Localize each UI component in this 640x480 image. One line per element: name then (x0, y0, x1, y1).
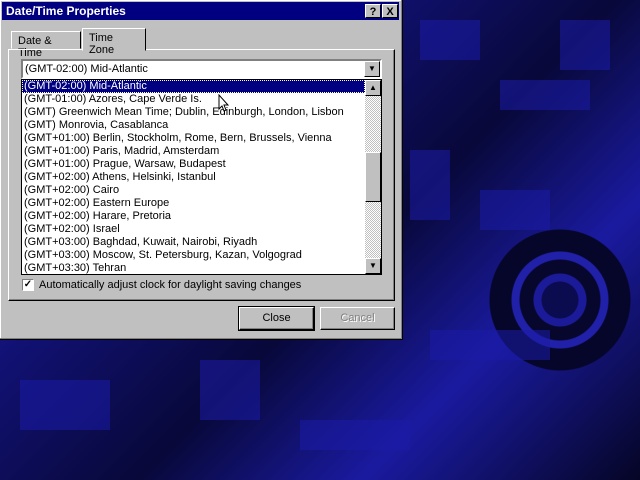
timezone-option[interactable]: (GMT+01:00) Paris, Madrid, Amsterdam (22, 145, 365, 158)
triangle-up-icon: ▲ (369, 83, 377, 92)
timezone-combobox[interactable]: (GMT-02:00) Mid-Atlantic ▼ (21, 59, 382, 79)
timezone-option[interactable]: (GMT+02:00) Israel (22, 223, 365, 236)
timezone-option[interactable]: (GMT+03:30) Tehran (22, 262, 365, 274)
timezone-option[interactable]: (GMT) Greenwich Mean Time; Dublin, Edinb… (22, 106, 365, 119)
daylight-saving-checkbox[interactable]: ✓ (22, 279, 34, 291)
timezone-combobox-value: (GMT-02:00) Mid-Atlantic (25, 63, 148, 75)
close-button[interactable]: Close (238, 306, 315, 331)
close-window-button[interactable]: X (382, 4, 398, 18)
timezone-option[interactable]: (GMT-01:00) Azores, Cape Verde Is. (22, 93, 365, 106)
timezone-option[interactable]: (GMT+03:00) Moscow, St. Petersburg, Kaza… (22, 249, 365, 262)
scroll-thumb[interactable] (365, 152, 381, 202)
tab-time-zone[interactable]: Time Zone (82, 28, 146, 56)
help-button[interactable]: ? (365, 4, 381, 18)
timezone-options: (GMT-02:00) Mid-Atlantic (GMT-01:00) Azo… (22, 80, 365, 274)
timezone-option[interactable]: (GMT) Monrovia, Casablanca (22, 119, 365, 132)
timezone-option[interactable]: (GMT+01:00) Prague, Warsaw, Budapest (22, 158, 365, 171)
triangle-down-icon: ▼ (368, 64, 376, 73)
triangle-down-icon: ▼ (369, 261, 377, 270)
tab-date-and-time[interactable]: Date & Time (11, 31, 81, 59)
timezone-option[interactable]: (GMT+01:00) Berlin, Stockholm, Rome, Ber… (22, 132, 365, 145)
timezone-option[interactable]: (GMT-02:00) Mid-Atlantic (22, 80, 365, 93)
scroll-down-button[interactable]: ▼ (365, 258, 381, 274)
timezone-option[interactable]: (GMT+03:00) Baghdad, Kuwait, Nairobi, Ri… (22, 236, 365, 249)
timezone-option[interactable]: (GMT+02:00) Athens, Helsinki, Istanbul (22, 171, 365, 184)
date-time-properties-window: Date/Time Properties ? X Date & Time Tim… (0, 0, 403, 340)
title-bar[interactable]: Date/Time Properties ? X (2, 2, 399, 20)
daylight-saving-label: Automatically adjust clock for daylight … (39, 279, 302, 291)
window-title: Date/Time Properties (6, 4, 126, 18)
combo-dropdown-button[interactable]: ▼ (364, 61, 380, 77)
timezone-dropdown-list[interactable]: (GMT-02:00) Mid-Atlantic (GMT-01:00) Azo… (21, 79, 382, 275)
timezone-option[interactable]: (GMT+02:00) Harare, Pretoria (22, 210, 365, 223)
timezone-option[interactable]: (GMT+02:00) Eastern Europe (22, 197, 365, 210)
mouse-pointer-icon (218, 94, 230, 112)
cancel-button[interactable]: Cancel (320, 307, 395, 330)
timezone-option[interactable]: (GMT+02:00) Cairo (22, 184, 365, 197)
scroll-up-button[interactable]: ▲ (365, 80, 381, 96)
vertical-scrollbar[interactable]: ▲ ▼ (365, 80, 381, 274)
